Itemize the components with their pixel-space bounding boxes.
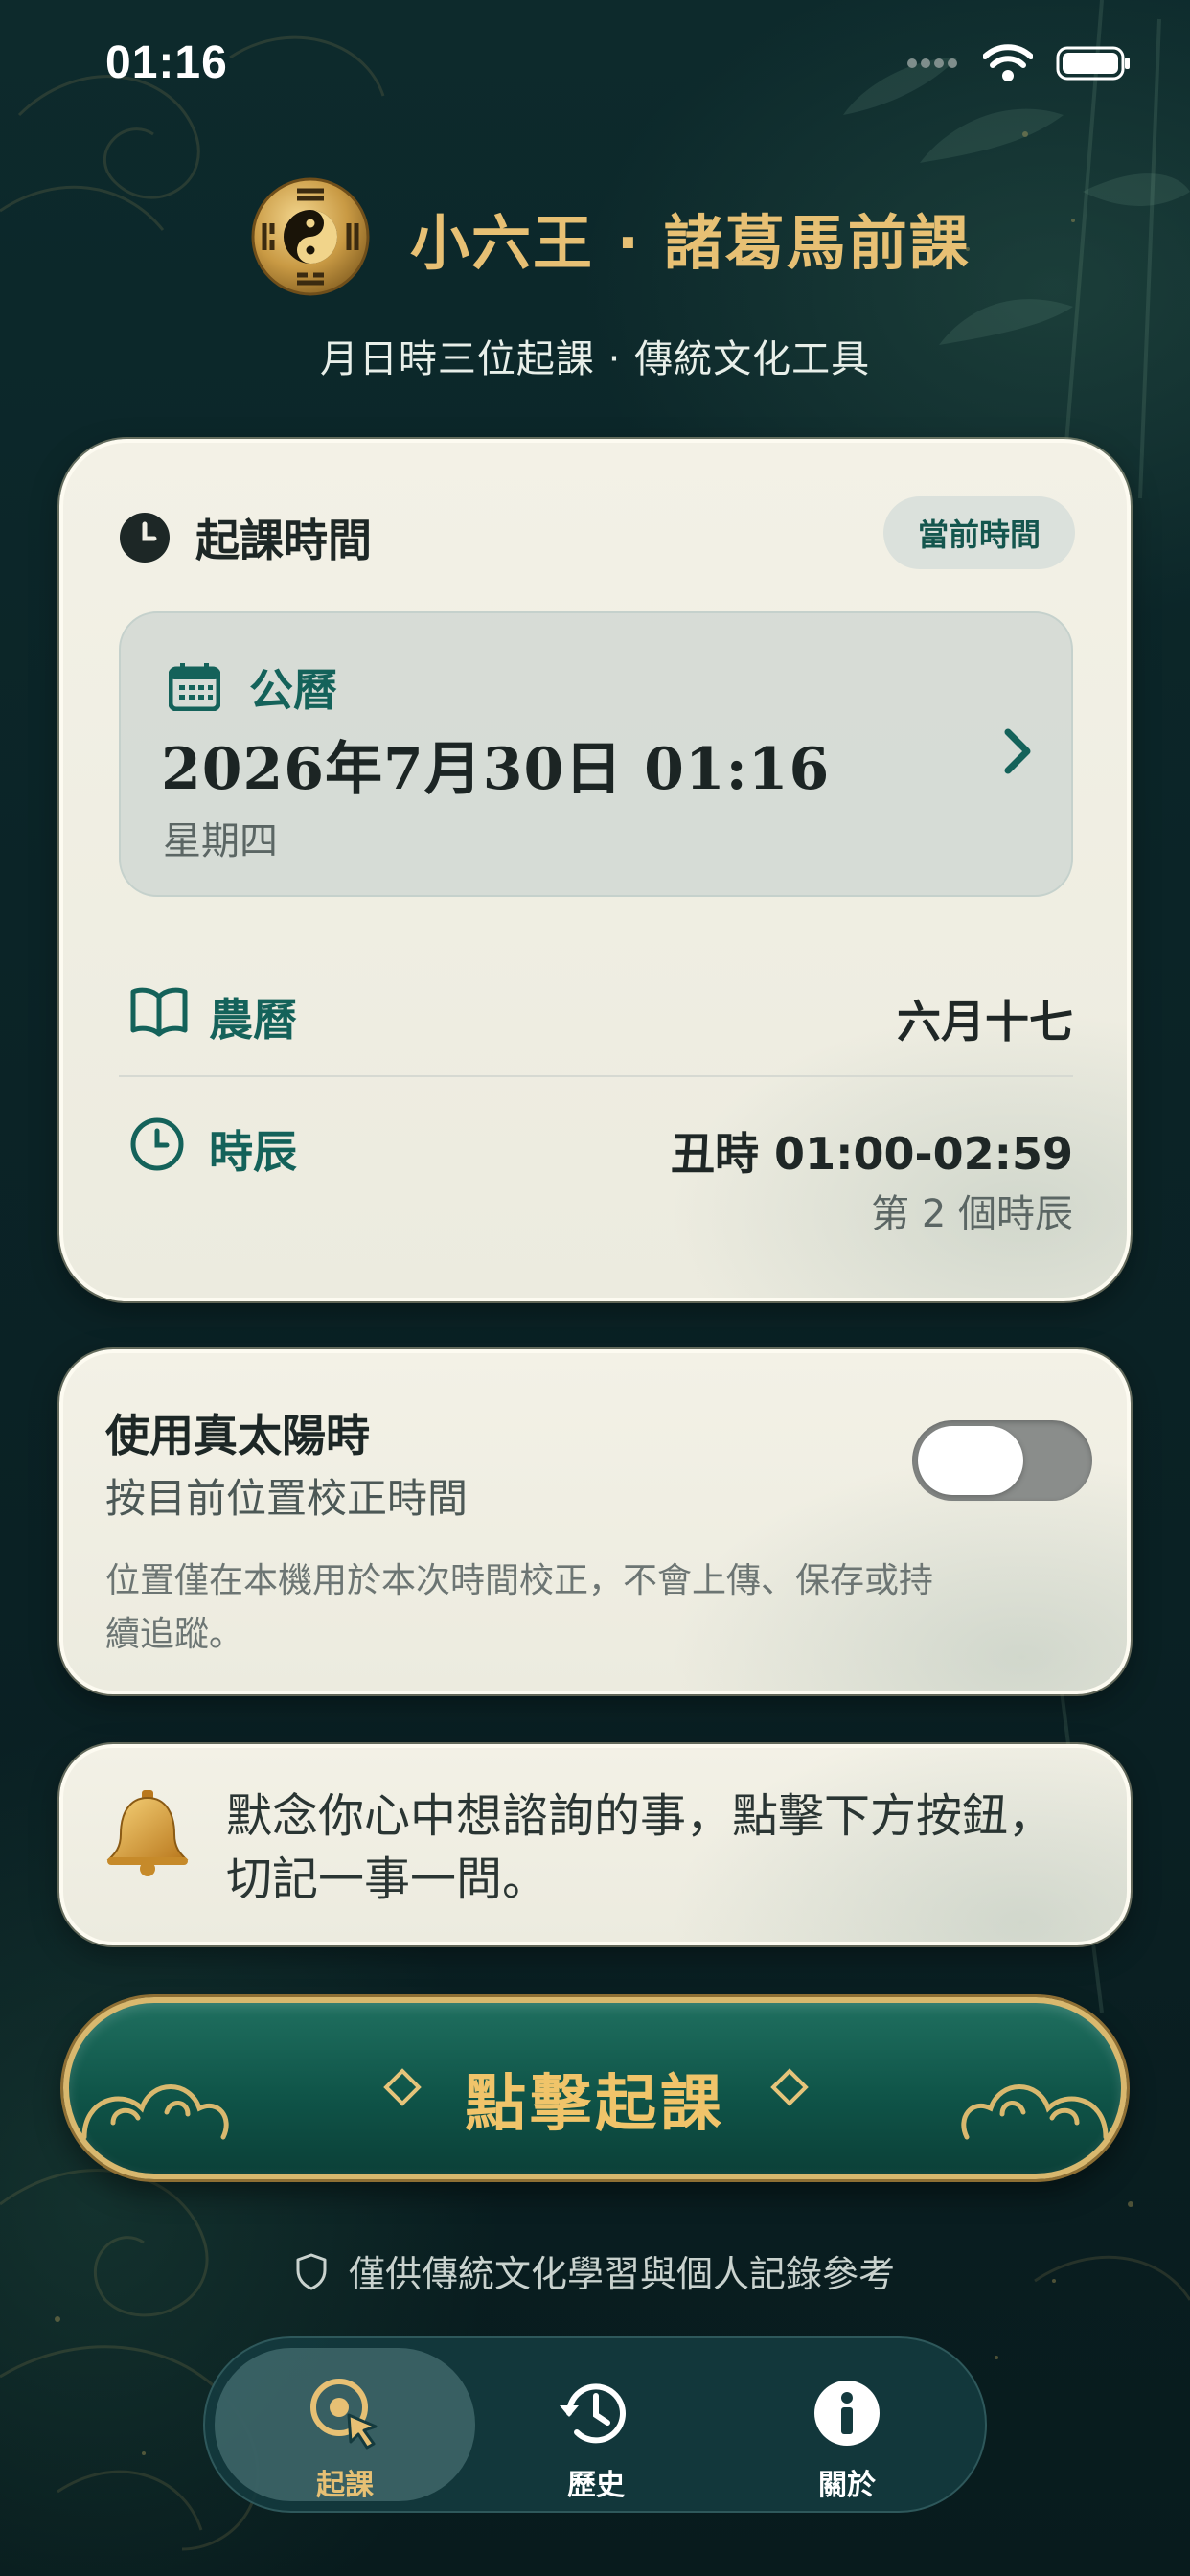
solar-label-row: 公曆	[169, 656, 337, 719]
start-divination-label: 點擊起課	[465, 2069, 725, 2140]
app-header: 小六王 · 諸葛馬前課	[0, 177, 1190, 296]
lunar-date-row: 農曆 六月十七	[119, 960, 1073, 1077]
true-solar-time-card: 使用真太陽時 按目前位置校正時間 位置僅在本機用於本次時間校正，不會上傳、保存或…	[59, 1349, 1131, 1694]
instruction-card: 默念你心中想諮詢的事，點擊下方按鈕，切記一事一問。	[59, 1744, 1131, 1945]
solar-date-picker[interactable]: 公曆 2026年7月30日 01:16 星期四	[119, 611, 1073, 897]
bagua-logo-icon	[251, 177, 370, 296]
status-icons	[906, 44, 1133, 82]
clock-outline-icon	[130, 1117, 184, 1171]
lunar-label: 農曆	[209, 994, 297, 1046]
true-solar-privacy-note: 位置僅在本機用於本次時間校正，不會上傳、保存或持續追蹤。	[105, 1561, 934, 1654]
tab-history[interactable]: 歷史	[466, 2348, 726, 2502]
clock-filled-icon	[120, 513, 170, 563]
divination-time-card: 起課時間 當前時間 公曆 2026年7月30日 01:16 星期四 農曆 六月十…	[59, 439, 1131, 1301]
start-divination-button[interactable]: 點擊起課	[63, 1997, 1127, 2179]
open-book-icon	[130, 987, 188, 1037]
shichen-index: 第 2 個時辰	[871, 1192, 1073, 1236]
app-title: 小六王 · 諸葛馬前課	[410, 208, 971, 278]
shichen-row: 時辰 丑時 01:00-02:59 第 2 個時辰	[119, 1075, 1073, 1236]
tab-about-label: 關於	[818, 2469, 876, 2502]
time-card-header: 起課時間	[119, 506, 372, 569]
chevron-right-icon	[1004, 728, 1031, 774]
solar-weekday: 星期四	[163, 819, 278, 863]
current-time-button[interactable]: 當前時間	[883, 496, 1075, 569]
toggle-knob	[918, 1426, 1023, 1495]
true-solar-subtitle: 按目前位置校正時間	[105, 1475, 469, 1522]
shichen-value: 丑時 01:00-02:59	[671, 1128, 1073, 1180]
instruction-text: 默念你心中想諮詢的事，點擊下方按鈕，切記一事一問。	[226, 1789, 1055, 1906]
shield-icon	[296, 2253, 327, 2289]
signal-icon	[907, 58, 957, 68]
app-subtitle: 月日時三位起課 · 傳統文化工具	[319, 337, 871, 381]
solar-label: 公曆	[249, 664, 337, 716]
tab-divine[interactable]: 起課	[215, 2348, 475, 2502]
disclaimer-text: 僅供傳統文化學習與個人記錄參考	[348, 2253, 895, 2295]
time-card-title: 起課時間	[195, 515, 372, 566]
calendar-icon	[169, 663, 220, 711]
tab-divine-label: 起課	[316, 2469, 374, 2502]
status-bar: 01:16	[0, 0, 1190, 125]
wifi-icon	[983, 44, 1033, 81]
true-solar-toggle[interactable]	[912, 1420, 1092, 1501]
info-icon	[814, 2380, 880, 2446]
lunar-value: 六月十七	[897, 996, 1073, 1047]
divine-cursor-icon	[310, 2379, 378, 2450]
tab-about[interactable]: 關於	[717, 2348, 977, 2502]
status-time: 01:16	[105, 37, 228, 88]
battery-icon	[1056, 46, 1130, 80]
disclaimer: 僅供傳統文化學習與個人記錄參考	[0, 2244, 1190, 2297]
bell-icon	[106, 1790, 189, 1876]
solar-date-value: 2026年7月30日 01:16	[161, 736, 831, 803]
shichen-label: 時辰	[209, 1126, 297, 1178]
true-solar-title: 使用真太陽時	[105, 1410, 370, 1461]
bottom-tab-bar: 起課 歷史 關於	[203, 2336, 987, 2513]
tab-history-label: 歷史	[567, 2469, 625, 2502]
history-clock-icon	[560, 2383, 626, 2444]
